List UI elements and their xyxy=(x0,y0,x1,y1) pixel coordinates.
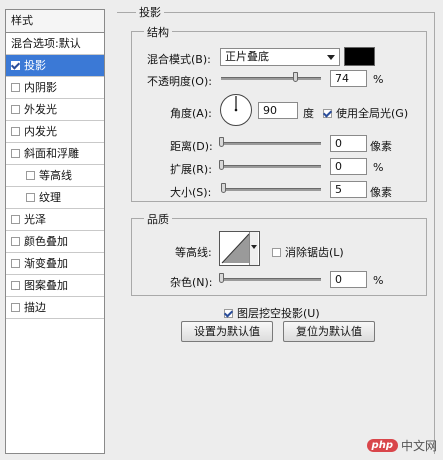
style-item[interactable]: 图案叠加 xyxy=(6,275,104,297)
style-item-checkbox[interactable] xyxy=(11,149,20,158)
global-light-checkbox[interactable] xyxy=(323,108,332,118)
blend-mode-select[interactable]: 正片叠底 xyxy=(220,48,340,66)
spread-label: 扩展(R): xyxy=(170,163,212,176)
size-slider-thumb[interactable] xyxy=(221,183,226,193)
style-item[interactable]: 颜色叠加 xyxy=(6,231,104,253)
contour-label: 等高线: xyxy=(175,246,212,259)
style-item-label: 图案叠加 xyxy=(24,278,68,292)
style-item[interactable]: 光泽 xyxy=(6,209,104,231)
style-item-checkbox[interactable] xyxy=(11,259,20,268)
spread-slider-track[interactable] xyxy=(221,165,321,168)
contour-preview-icon xyxy=(221,233,250,264)
spread-slider-thumb[interactable] xyxy=(219,160,224,170)
style-item-checkbox[interactable] xyxy=(26,193,35,202)
blending-options-item[interactable]: 混合选项:默认 xyxy=(6,33,104,55)
style-item[interactable]: 投影 xyxy=(6,55,104,77)
blend-mode-label: 混合模式(B): xyxy=(147,53,211,66)
contour-picker[interactable] xyxy=(219,231,260,266)
noise-slider-thumb[interactable] xyxy=(219,273,224,283)
make-default-button[interactable]: 设置为默认值 xyxy=(181,321,273,342)
style-item-checkbox[interactable] xyxy=(11,281,20,290)
watermark-site-name: 中文网 xyxy=(400,439,437,453)
style-item-label: 光泽 xyxy=(24,212,46,226)
knockout-label: 图层挖空投影(U) xyxy=(237,307,320,320)
noise-label: 杂色(N): xyxy=(170,276,213,289)
style-item-label: 纹理 xyxy=(39,190,61,204)
style-item-checkbox[interactable] xyxy=(11,237,20,246)
opacity-unit: % xyxy=(373,73,384,86)
distance-label: 距离(D): xyxy=(170,140,213,153)
contour-dropdown-icon[interactable] xyxy=(249,232,258,265)
styles-panel: 样式 混合选项:默认 投影内阴影外发光内发光斜面和浮雕等高线纹理光泽颜色叠加渐变… xyxy=(5,9,105,454)
distance-unit: 像素 xyxy=(370,140,392,153)
angle-label: 角度(A): xyxy=(170,107,212,120)
php-logo: php xyxy=(366,439,398,452)
style-item-checkbox[interactable] xyxy=(11,105,20,114)
style-item-label: 斜面和浮雕 xyxy=(24,146,79,160)
opacity-label: 不透明度(O): xyxy=(147,75,212,88)
style-item-label: 内发光 xyxy=(24,124,57,138)
size-label: 大小(S): xyxy=(170,186,212,199)
noise-unit: % xyxy=(373,274,384,287)
opacity-field[interactable]: 74 xyxy=(330,70,367,87)
angle-field[interactable]: 90 xyxy=(258,102,298,119)
distance-field[interactable]: 0 xyxy=(330,135,367,152)
style-item[interactable]: 描边 xyxy=(6,297,104,319)
style-item-checkbox[interactable] xyxy=(11,83,20,92)
style-item[interactable]: 内发光 xyxy=(6,121,104,143)
style-item-checkbox[interactable] xyxy=(26,171,35,180)
styles-header: 样式 xyxy=(6,10,104,33)
site-watermark: php 中文网 xyxy=(366,437,437,454)
style-item-label: 描边 xyxy=(24,300,46,314)
reset-default-button[interactable]: 复位为默认值 xyxy=(283,321,375,342)
blend-mode-value: 正片叠底 xyxy=(225,50,269,63)
shadow-color-swatch[interactable] xyxy=(344,47,375,66)
style-item-checkbox[interactable] xyxy=(11,127,20,136)
style-item-label: 等高线 xyxy=(39,168,72,182)
opacity-slider-track[interactable] xyxy=(221,77,321,80)
knockout-option[interactable]: 图层挖空投影(U) xyxy=(224,305,320,321)
style-item[interactable]: 等高线 xyxy=(6,165,104,187)
style-item-label: 内阴影 xyxy=(24,80,57,94)
blending-options-label: 混合选项:默认 xyxy=(11,36,81,50)
size-unit: 像素 xyxy=(370,186,392,199)
antialias-option[interactable]: 消除锯齿(L) xyxy=(272,244,344,260)
size-slider-track[interactable] xyxy=(221,188,321,191)
style-item[interactable]: 内阴影 xyxy=(6,77,104,99)
style-item[interactable]: 渐变叠加 xyxy=(6,253,104,275)
knockout-checkbox[interactable] xyxy=(224,308,233,318)
style-item-label: 颜色叠加 xyxy=(24,234,68,248)
opacity-slider-thumb[interactable] xyxy=(293,72,298,82)
noise-slider-track[interactable] xyxy=(221,278,321,281)
global-light-option[interactable]: 使用全局光(G) xyxy=(323,105,408,121)
antialias-checkbox[interactable] xyxy=(272,247,281,257)
style-item[interactable]: 斜面和浮雕 xyxy=(6,143,104,165)
size-field[interactable]: 5 xyxy=(330,181,367,198)
style-item-checkbox[interactable] xyxy=(11,61,20,70)
style-item-label: 外发光 xyxy=(24,102,57,116)
angle-dial[interactable] xyxy=(219,93,253,127)
style-item[interactable]: 纹理 xyxy=(6,187,104,209)
chevron-down-icon xyxy=(327,55,335,60)
distance-slider-thumb[interactable] xyxy=(219,137,224,147)
global-light-label: 使用全局光(G) xyxy=(336,107,409,120)
drop-shadow-title: 投影 xyxy=(136,4,164,20)
style-item[interactable]: 外发光 xyxy=(6,99,104,121)
angle-unit: 度 xyxy=(303,107,314,120)
distance-slider-track[interactable] xyxy=(221,142,321,145)
quality-title: 品质 xyxy=(144,211,172,227)
spread-field[interactable]: 0 xyxy=(330,158,367,175)
style-item-checkbox[interactable] xyxy=(11,303,20,312)
noise-field[interactable]: 0 xyxy=(330,271,367,288)
style-item-checkbox[interactable] xyxy=(11,215,20,224)
spread-unit: % xyxy=(373,161,384,174)
style-item-label: 投影 xyxy=(24,58,46,72)
style-items: 投影内阴影外发光内发光斜面和浮雕等高线纹理光泽颜色叠加渐变叠加图案叠加描边 xyxy=(6,55,104,319)
styles-list: 混合选项:默认 xyxy=(6,33,104,55)
structure-title: 结构 xyxy=(144,24,172,40)
style-item-label: 渐变叠加 xyxy=(24,256,68,270)
antialias-label: 消除锯齿(L) xyxy=(285,246,344,259)
